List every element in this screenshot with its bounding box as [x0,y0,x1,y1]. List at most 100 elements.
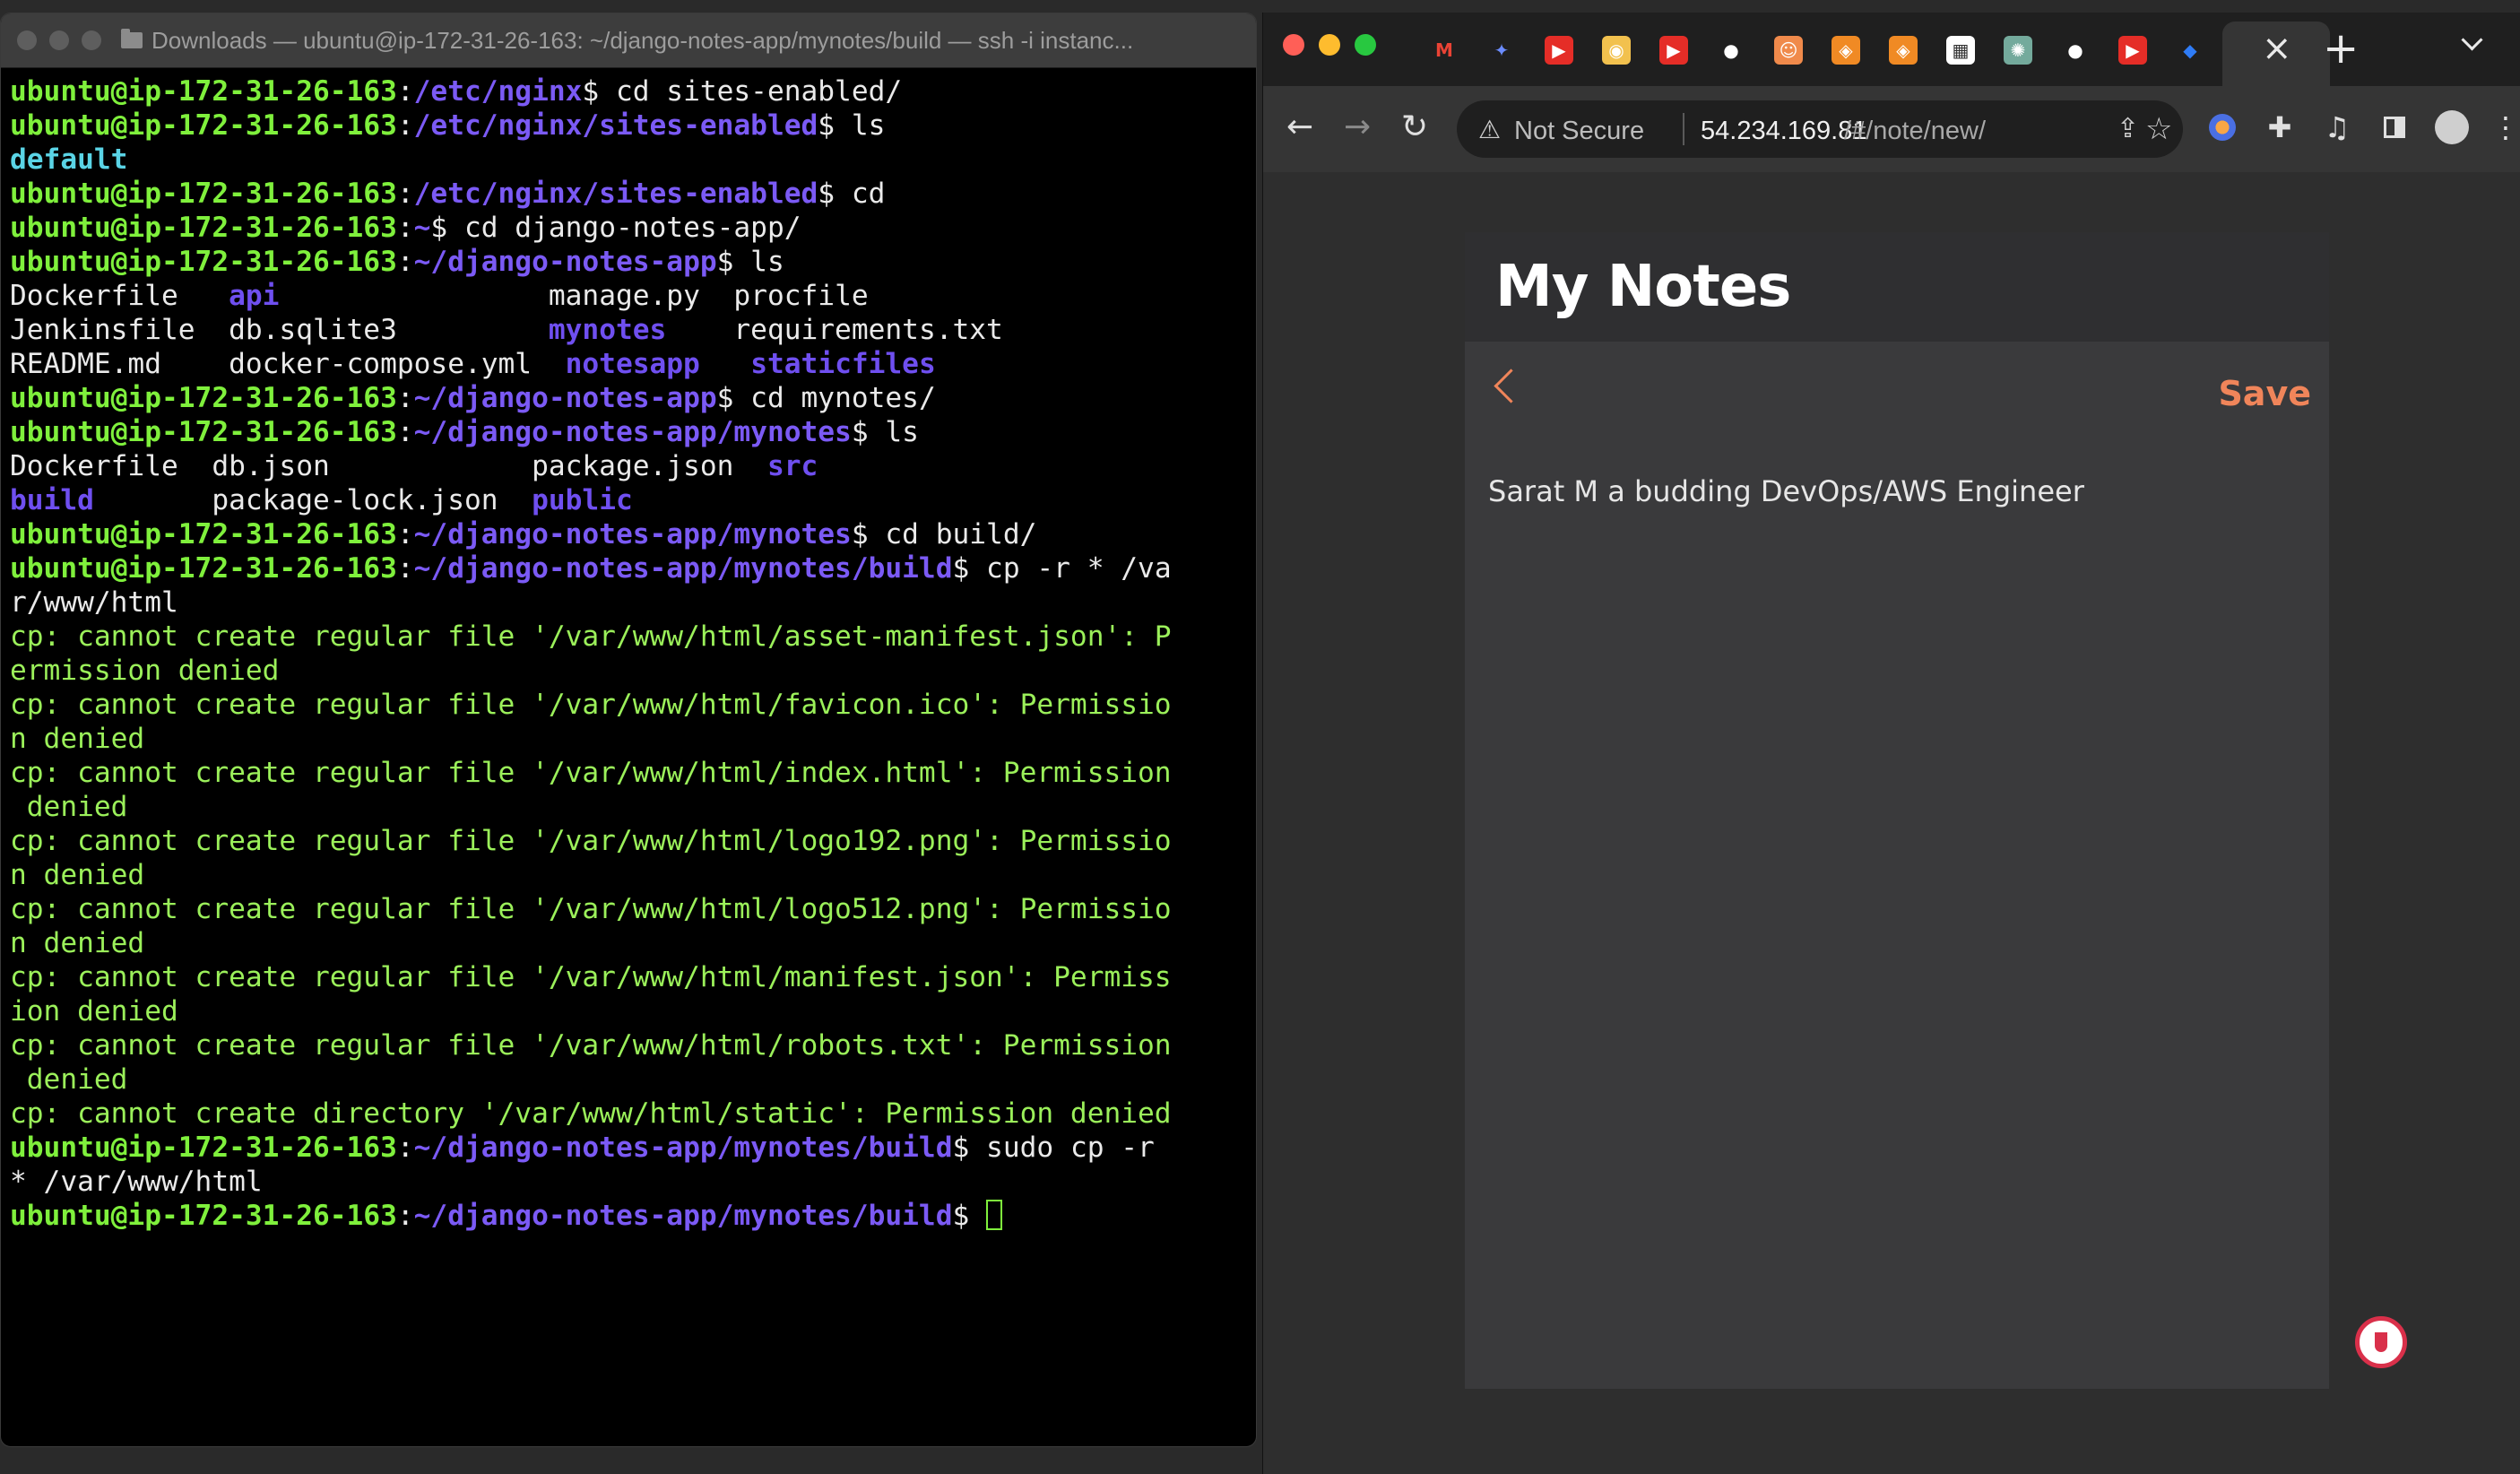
save-button[interactable]: Save [2218,374,2311,413]
command-text: cd mynotes/ [733,382,936,414]
zoom-window-button[interactable] [82,30,101,50]
prompt-path: ~/django-notes-app [413,246,717,278]
directory-entry: mynotes [548,314,667,346]
youtube-icon[interactable]: ▶ [1659,36,1688,65]
error-text: ion denied [10,995,178,1027]
terminal-output-line: Dockerfile db.json package.json src [10,449,1249,483]
prompt-symbol: $ [851,518,869,551]
bookmark-star-icon[interactable]: ☆ [2145,111,2172,147]
icons-icon[interactable]: ▦ [1946,36,1975,65]
avatar-icon[interactable]: ☺ [1774,36,1803,65]
url-host[interactable]: 54.234.169.81 [1701,117,1866,146]
terminal-output-line: cp: cannot create directory '/var/www/ht… [10,1097,1249,1131]
media-control-icon[interactable]: ♫ [2319,109,2355,145]
aws-icon[interactable]: ◈ [1832,36,1860,65]
prompt-separator: : [396,109,414,142]
address-bar[interactable]: ⚠ Not Secure 54.234.169.81 /#/note/new/ … [1457,100,2183,158]
prompt-host: ubuntu@ip-172-31-26-163 [10,246,397,278]
youtube-icon[interactable]: ▶ [1545,36,1573,65]
prompt-host: ubuntu@ip-172-31-26-163 [10,178,397,210]
close-window-button[interactable] [1283,34,1304,56]
terminal-output-line: Jenkinsfile db.sqlite3 mynotes requireme… [10,313,1249,347]
prompt-path: ~/django-notes-app/mynotes [413,416,852,448]
terminal-output-line: build package-lock.json public [10,483,1249,517]
prompt-separator: : [396,416,414,448]
sparkle-icon[interactable]: ✦ [1487,36,1516,65]
directory-entry: default [10,143,128,176]
pinned-tabs[interactable]: M ✦ ▶ ◉ ▶ ● ☺ ◈ ◈ ▦ ✺ ● ▶ ◆ [1430,32,2233,68]
warning-icon[interactable]: ⚠ [1478,115,1501,144]
terminal-output-line: n denied [10,722,1249,756]
prompt-host: ubuntu@ip-172-31-26-163 [10,1132,397,1164]
terminal-output-line: ion denied [10,994,1249,1028]
terminal-prompt-line: ubuntu@ip-172-31-26-163:~/django-notes-a… [10,551,1249,585]
not-secure-label[interactable]: Not Secure [1514,117,1644,146]
menu-icon[interactable]: ⋮ [2488,109,2520,145]
prompt-host: ubuntu@ip-172-31-26-163 [10,552,397,585]
command-text: cd build/ [868,518,1037,551]
url-path[interactable]: /#/note/new/ [1844,117,1986,146]
github-icon[interactable]: ● [2061,36,2090,65]
extension-icon[interactable] [2204,109,2240,145]
youtube-icon[interactable]: ▶ [2118,36,2147,65]
notes-app: My Notes Save Sarat M a budding DevOps/A… [1465,232,2329,1389]
directory-entry: src [766,450,818,482]
terminal-output-line: n denied [10,926,1249,960]
command-text [969,1200,986,1232]
prompt-path: /etc/nginx/sites-enabled [413,178,818,210]
gmail-icon[interactable]: M [1430,36,1459,65]
prompt-path: ~/django-notes-app/mynotes/build [413,1200,953,1232]
browser-window[interactable]: M ✦ ▶ ◉ ▶ ● ☺ ◈ ◈ ▦ ✺ ● ▶ ◆ × + ← → ↻ ⚠ Not Secure 54… [1262,13,2520,1474]
back-icon[interactable]: ← [1286,111,1313,143]
share-icon[interactable]: ⇪ [2117,113,2139,144]
error-text: denied [10,791,128,823]
prompt-path: ~/django-notes-app/mynotes [413,518,852,551]
note-toolbar: Save [1465,342,2329,440]
command-text: ls [733,246,784,278]
reload-icon[interactable]: ↻ [1401,111,1428,143]
terminal-window[interactable]: Downloads — ubuntu@ip-172-31-26-163: ~/d… [0,13,1257,1447]
app-icon[interactable]: ◉ [1602,36,1631,65]
command-text: ls [835,109,886,142]
prompt-symbol: $ [952,1132,970,1164]
new-tab-icon[interactable]: + [2323,27,2359,70]
error-text: cp: cannot create regular file '/var/www… [10,825,1172,857]
error-text: cp: cannot create regular file '/var/www… [10,1029,1172,1062]
chevron-down-icon[interactable] [2461,29,2483,51]
terminal-titlebar[interactable]: Downloads — ubuntu@ip-172-31-26-163: ~/d… [1,13,1256,68]
prompt-symbol: $ [716,382,734,414]
note-textarea[interactable]: Sarat M a budding DevOps/AWS Engineer [1488,474,2295,508]
prompt-path: ~/django-notes-app/mynotes/build [413,552,953,585]
close-window-button[interactable] [17,30,37,50]
tab-strip[interactable]: M ✦ ▶ ◉ ▶ ● ☺ ◈ ◈ ▦ ✺ ● ▶ ◆ × + [1263,13,2520,86]
close-tab-icon[interactable]: × [2262,30,2292,66]
terminal-output-line: README.md docker-compose.yml notesapp st… [10,347,1249,381]
side-panel-icon[interactable] [2377,109,2412,145]
terminal-output[interactable]: ubuntu@ip-172-31-26-163:/etc/nginx$ cd s… [10,74,1249,1446]
zoom-window-button[interactable] [1355,34,1376,56]
back-arrow-icon[interactable] [1494,368,1528,403]
jira-icon[interactable]: ◆ [2176,36,2204,65]
prompt-symbol: $ [952,552,970,585]
chatgpt-icon[interactable]: ✺ [2004,36,2032,65]
aws-icon[interactable]: ◈ [1889,36,1918,65]
github-icon[interactable]: ● [1717,36,1745,65]
terminal-prompt-line: ubuntu@ip-172-31-26-163:~/django-notes-a… [10,245,1249,279]
minimize-window-button[interactable] [49,30,69,50]
prompt-path: ~ [413,212,431,244]
terminal-output-line: default [10,143,1249,177]
error-text: cp: cannot create regular file '/var/www… [10,893,1172,925]
prompt-host: ubuntu@ip-172-31-26-163 [10,212,397,244]
profile-avatar[interactable] [2434,109,2470,145]
prompt-symbol: $ [818,109,836,142]
prompt-separator: : [396,1132,414,1164]
terminal-prompt-line: ubuntu@ip-172-31-26-163:~/django-notes-a… [10,1131,1249,1165]
terminal-output-line: cp: cannot create regular file '/var/www… [10,1028,1249,1062]
privacy-badge-icon[interactable] [2355,1316,2407,1368]
forward-icon[interactable]: → [1344,111,1371,143]
puzzle-icon[interactable]: ✚ [2262,109,2298,145]
terminal-prompt-line: ubuntu@ip-172-31-26-163:~/django-notes-a… [10,1199,1249,1233]
minimize-window-button[interactable] [1319,34,1340,56]
directory-entry: build [10,484,94,516]
command-text: cp -r * /va [969,552,1172,585]
